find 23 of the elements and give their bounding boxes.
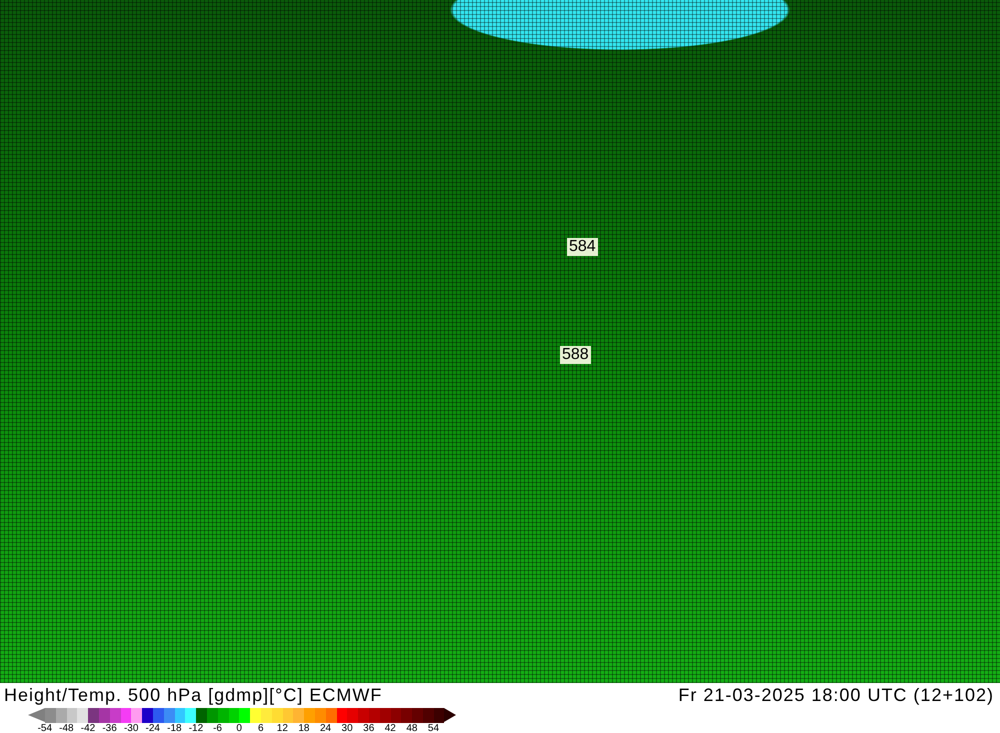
- contour-label: 584: [567, 238, 598, 256]
- tick-label: 6: [256, 723, 265, 733]
- tick-label: -6: [212, 723, 223, 733]
- tick-label: -36: [101, 723, 118, 733]
- tick-label: -30: [122, 723, 140, 733]
- tick-label: 12: [276, 723, 289, 733]
- tick-label: 18: [297, 723, 310, 733]
- tick-label: 54: [426, 723, 440, 733]
- chart-title: Height/Temp. 500 hPa [gdmp][°C] ECMWF: [4, 684, 382, 706]
- tick-label: -48: [58, 723, 75, 733]
- tick-label: 30: [340, 723, 354, 733]
- tick-label: -42: [80, 723, 96, 733]
- tick-label: 36: [362, 723, 376, 733]
- tick-label: 48: [405, 723, 418, 733]
- contour-label: 588: [560, 346, 591, 364]
- tick-label: -24: [144, 723, 161, 733]
- tick-label: 42: [384, 723, 397, 733]
- tick-label: 24: [318, 723, 332, 733]
- tick-label: -54: [36, 723, 54, 733]
- tick-label: -12: [188, 723, 204, 733]
- tick-label: -18: [166, 723, 183, 733]
- valid-time: Fr 21-03-2025 18:00 UTC (12+102): [678, 684, 994, 706]
- tick-label: 0: [235, 723, 243, 733]
